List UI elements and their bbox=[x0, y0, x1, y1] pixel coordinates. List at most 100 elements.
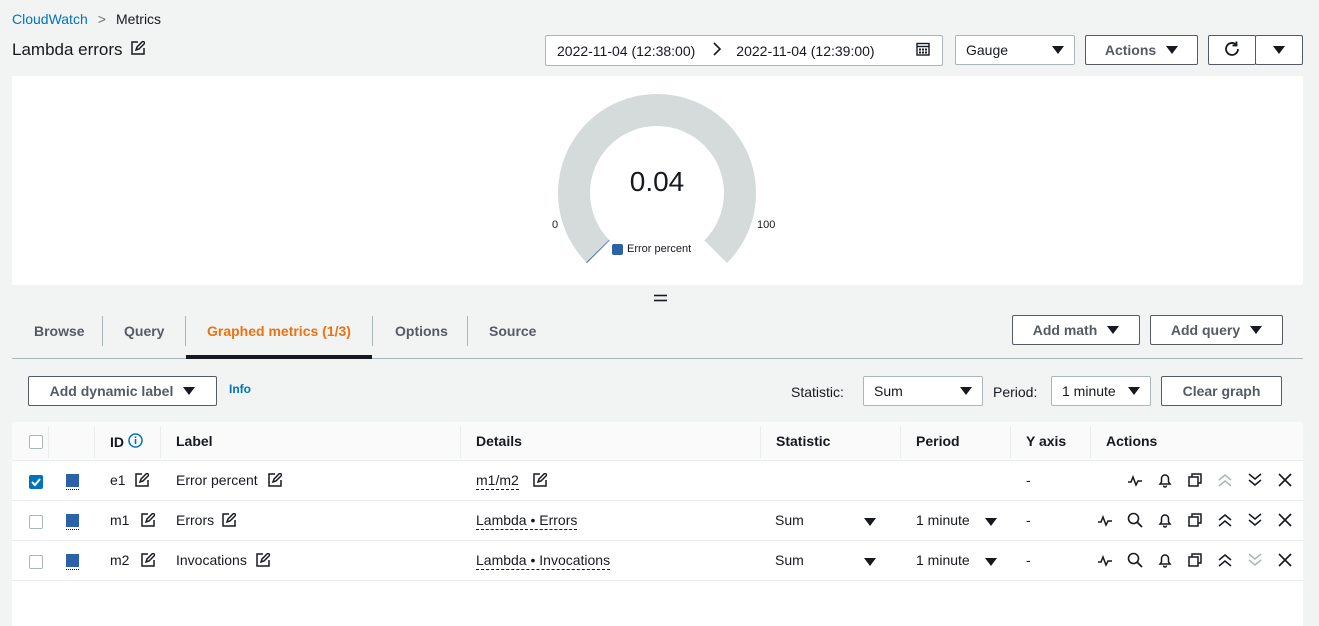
tab-browse[interactable]: Browse bbox=[34, 323, 85, 339]
clear-graph-button[interactable]: Clear graph bbox=[1161, 376, 1282, 406]
column-divider bbox=[94, 426, 95, 458]
move-down-icon[interactable] bbox=[1247, 512, 1263, 528]
copy-icon[interactable] bbox=[1187, 512, 1203, 528]
edit-title-icon[interactable] bbox=[130, 39, 146, 60]
row-checkbox[interactable] bbox=[29, 515, 43, 529]
column-header-period: Period bbox=[916, 433, 960, 449]
tab-source[interactable]: Source bbox=[489, 323, 536, 339]
time-range-start: 2022-11-04 (12:38:00) bbox=[557, 42, 696, 59]
time-range-picker[interactable]: 2022-11-04 (12:38:00) 2022-11-04 (12:39:… bbox=[545, 35, 943, 66]
color-swatch[interactable] bbox=[66, 474, 79, 487]
row-period[interactable]: 1 minute bbox=[916, 552, 970, 568]
edit-icon[interactable] bbox=[135, 471, 151, 489]
swatch-underline bbox=[66, 568, 79, 570]
add-math-button[interactable]: Add math bbox=[1012, 315, 1140, 345]
color-swatch[interactable] bbox=[66, 554, 79, 567]
statistic-select-value: Sum bbox=[874, 383, 903, 399]
tab-graphed-metrics[interactable]: Graphed metrics (1/3) bbox=[207, 323, 351, 339]
graph-icon[interactable] bbox=[1127, 473, 1143, 489]
time-range-end: 2022-11-04 (12:39:00) bbox=[736, 42, 875, 59]
caret-down-icon bbox=[1166, 46, 1179, 54]
caret-down-icon bbox=[1128, 387, 1140, 395]
add-query-button[interactable]: Add query bbox=[1150, 315, 1283, 345]
add-query-label: Add query bbox=[1170, 322, 1241, 338]
refresh-button[interactable] bbox=[1208, 35, 1256, 65]
period-select[interactable]: 1 minute bbox=[1051, 376, 1151, 406]
select-all-checkbox[interactable] bbox=[29, 435, 43, 449]
move-up-icon[interactable] bbox=[1217, 512, 1233, 528]
statistic-select[interactable]: Sum bbox=[863, 376, 983, 406]
caret-down-icon bbox=[960, 387, 972, 395]
remove-icon[interactable] bbox=[1277, 472, 1293, 488]
move-down-icon[interactable] bbox=[1247, 472, 1263, 488]
row-details: m1/m2 bbox=[476, 472, 519, 490]
color-swatch[interactable] bbox=[66, 514, 79, 527]
row-checkbox[interactable] bbox=[29, 555, 43, 569]
legend-swatch bbox=[612, 243, 623, 255]
column-divider bbox=[460, 426, 461, 458]
column-divider bbox=[160, 426, 161, 458]
edit-icon[interactable] bbox=[533, 471, 549, 489]
info-link[interactable]: Info bbox=[229, 382, 251, 396]
tab-divider bbox=[467, 316, 468, 346]
add-dynamic-label-button[interactable]: Add dynamic label bbox=[28, 376, 217, 406]
gauge-value: 0.04 bbox=[629, 166, 685, 197]
caret-down-icon bbox=[1107, 326, 1120, 334]
edit-icon[interactable] bbox=[141, 511, 157, 529]
edit-icon[interactable] bbox=[268, 471, 284, 489]
period-label: Period: bbox=[993, 384, 1038, 400]
resize-handle-icon[interactable] bbox=[654, 289, 667, 302]
view-type-select[interactable]: Gauge bbox=[955, 35, 1075, 65]
chevron-right-icon: > bbox=[97, 11, 106, 27]
row-statistic[interactable]: Sum bbox=[775, 512, 804, 528]
copy-icon[interactable] bbox=[1187, 552, 1203, 568]
refresh-options-button[interactable] bbox=[1255, 35, 1303, 65]
tab-divider bbox=[185, 316, 186, 346]
row-period[interactable]: 1 minute bbox=[916, 512, 970, 528]
graph-icon[interactable] bbox=[1097, 513, 1113, 529]
info-circle-icon[interactable] bbox=[128, 433, 143, 451]
edit-icon[interactable] bbox=[141, 551, 157, 569]
calendar-icon[interactable] bbox=[916, 42, 930, 59]
copy-icon[interactable] bbox=[1187, 472, 1203, 488]
caret-down-icon bbox=[183, 387, 196, 395]
caret-down-icon[interactable] bbox=[864, 518, 876, 526]
refresh-icon bbox=[1223, 40, 1241, 61]
page-title-container: Lambda errors bbox=[12, 39, 146, 60]
edit-icon[interactable] bbox=[222, 511, 238, 529]
breadcrumb-cloudwatch-link[interactable]: CloudWatch bbox=[12, 11, 88, 27]
table-header-row: ID Label Details Statistic Period Y axis… bbox=[12, 422, 1303, 461]
row-y-axis: - bbox=[1026, 552, 1031, 568]
tab-query[interactable]: Query bbox=[124, 323, 164, 339]
move-down-icon[interactable] bbox=[1247, 552, 1263, 568]
remove-icon[interactable] bbox=[1277, 512, 1293, 528]
column-divider bbox=[1090, 426, 1091, 458]
caret-down-icon[interactable] bbox=[864, 558, 876, 566]
caret-down-icon[interactable] bbox=[985, 518, 997, 526]
column-header-actions: Actions bbox=[1106, 433, 1158, 449]
tab-options[interactable]: Options bbox=[395, 323, 448, 339]
edit-icon[interactable] bbox=[256, 551, 272, 569]
swatch-underline bbox=[66, 488, 79, 490]
move-up-icon[interactable] bbox=[1217, 472, 1233, 488]
column-header-details: Details bbox=[476, 433, 522, 449]
graph-icon[interactable] bbox=[1097, 553, 1113, 569]
row-statistic[interactable]: Sum bbox=[775, 552, 804, 568]
statistic-label: Statistic: bbox=[791, 384, 844, 400]
column-divider bbox=[1010, 426, 1011, 458]
row-y-axis: - bbox=[1026, 512, 1031, 528]
alarm-bell-icon[interactable] bbox=[1157, 552, 1173, 568]
row-checkbox[interactable] bbox=[29, 475, 43, 489]
caret-down-icon[interactable] bbox=[985, 558, 997, 566]
gauge-max-label: 100 bbox=[757, 219, 776, 231]
search-icon[interactable] bbox=[1127, 512, 1143, 528]
remove-icon[interactable] bbox=[1277, 552, 1293, 568]
column-divider bbox=[48, 426, 49, 458]
tab-divider bbox=[372, 316, 373, 346]
alarm-bell-icon[interactable] bbox=[1157, 512, 1173, 528]
row-label: Invocations bbox=[176, 552, 247, 568]
alarm-bell-icon[interactable] bbox=[1157, 472, 1173, 488]
actions-button[interactable]: Actions bbox=[1085, 35, 1198, 65]
search-icon[interactable] bbox=[1127, 552, 1143, 568]
move-up-icon[interactable] bbox=[1217, 552, 1233, 568]
